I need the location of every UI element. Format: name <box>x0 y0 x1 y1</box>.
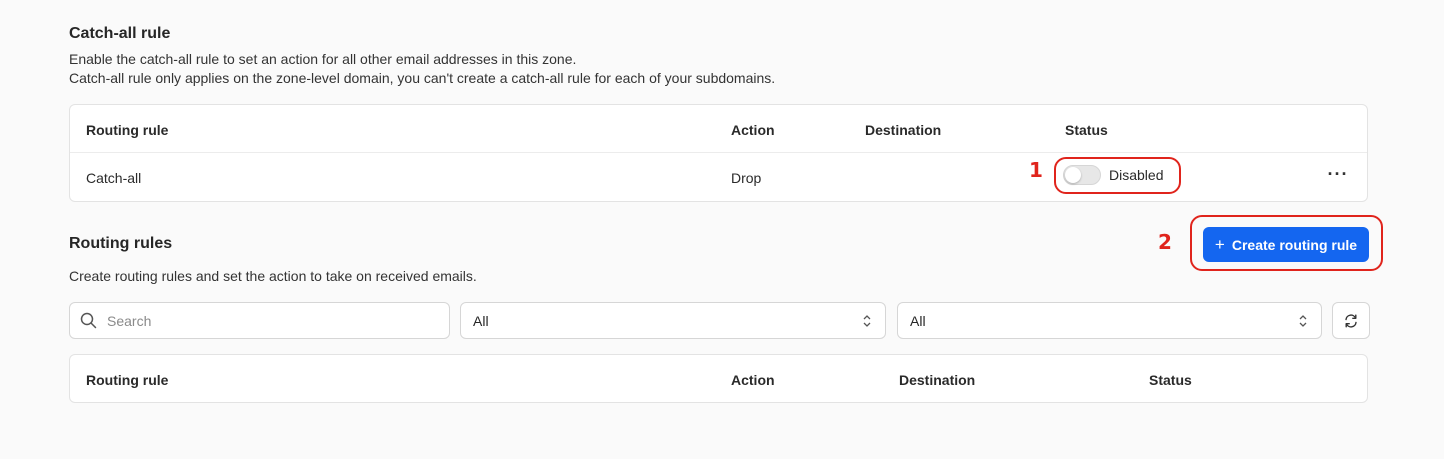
refresh-icon <box>1343 313 1359 329</box>
search-input[interactable] <box>105 311 429 330</box>
status-filter-select[interactable]: All <box>897 302 1322 339</box>
chevron-updown-icon <box>861 314 873 328</box>
action-filter-select[interactable]: All <box>460 302 886 339</box>
refresh-button[interactable] <box>1332 302 1370 339</box>
column-header-routing-rule: Routing rule <box>86 372 169 388</box>
more-horizontal-icon[interactable]: ··· <box>1326 164 1350 184</box>
column-header-routing-rule: Routing rule <box>86 122 169 138</box>
search-icon <box>80 312 97 329</box>
search-box[interactable] <box>69 302 450 339</box>
annotation-marker-1: 1 <box>1029 158 1043 182</box>
column-header-action: Action <box>731 122 775 138</box>
status-filter-value: All <box>910 312 926 329</box>
annotation-marker-2: 2 <box>1158 230 1172 254</box>
catch-all-rule-name: Catch-all <box>86 170 142 186</box>
header-divider <box>70 152 1367 153</box>
annotation-box-1 <box>1054 157 1181 194</box>
column-header-status: Status <box>1065 122 1108 138</box>
catch-all-title: Catch-all rule <box>69 25 171 42</box>
routing-rules-description: Create routing rules and set the action … <box>69 268 477 284</box>
column-header-action: Action <box>731 372 775 388</box>
column-header-destination: Destination <box>865 122 942 138</box>
action-filter-value: All <box>473 312 489 329</box>
catch-all-description-2: Catch-all rule only applies on the zone-… <box>69 70 776 86</box>
routing-rules-title: Routing rules <box>69 235 173 252</box>
routing-rules-table: Routing rule Action Destination Status <box>69 354 1368 403</box>
chevron-updown-icon <box>1297 314 1309 328</box>
catch-all-description-1: Enable the catch-all rule to set an acti… <box>69 51 577 67</box>
annotation-box-2 <box>1190 215 1383 271</box>
column-header-status: Status <box>1149 372 1192 388</box>
column-header-destination: Destination <box>899 372 976 388</box>
catch-all-action: Drop <box>731 170 762 186</box>
